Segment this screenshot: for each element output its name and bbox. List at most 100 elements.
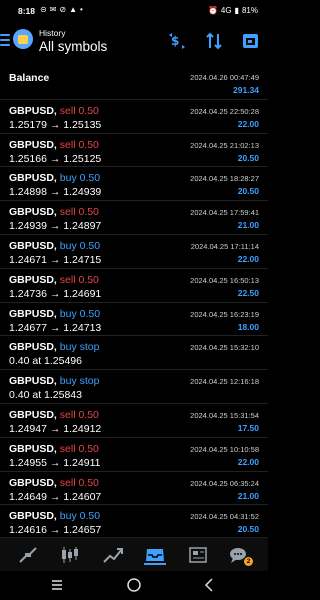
alarm-icon: ⏰ [207,6,218,15]
trade-symbol: GBPUSD, [9,307,57,320]
trade-row[interactable]: GBPUSD, sell 0.50 1.24955 → 1.24911 2024.0… [0,438,268,472]
balance-value: 291.34 [233,85,259,95]
inbox-icon [146,549,164,561]
trade-title: GBPUSD, sell 0.50 [9,274,99,286]
trade-row[interactable]: GBPUSD, buy 0.50 1.24898 → 1.24939 2024.04… [0,167,268,202]
trade-profit: 22.00 [237,118,259,129]
trade-symbol: GBPUSD, [9,510,57,523]
trade-title: GBPUSD, buy stop [9,341,99,353]
trade-profit: 18.00 [237,321,259,332]
trade-date: 2024.04.25 10:10:58 [190,444,259,454]
svg-text:$: $ [171,34,179,48]
trade-prices: 1.25166 → 1.25125 [9,152,102,165]
recent-apps-icon [52,580,62,590]
app-bar: History All symbols $ [0,22,268,62]
trade-title: GBPUSD, sell 0.50 [9,105,99,117]
trade-date: 2024.04.25 15:31:54 [190,410,259,420]
trade-prices: 1.24736 → 1.24691 [9,287,102,300]
trade-date: 2024.04.25 22:50:28 [190,106,259,116]
trade-side: buy 0.50 [59,239,101,252]
tab-news[interactable] [187,545,209,565]
trade-prices: 1.25179 → 1.25135 [9,118,102,131]
trade-date: 2024.04.25 04:31:52 [190,512,259,522]
tab-chat[interactable]: 2 [228,545,253,566]
trade-title: GBPUSD, sell 0.50 [9,409,99,421]
trade-prices: 1.24671 → 1.24715 [9,253,102,266]
trade-side: sell 0.50 [59,273,99,286]
signal-icon: ▮ [234,6,239,15]
notification-icons: ⊝ ✉ ⊘ ▲ • [40,5,83,14]
trade-row[interactable]: GBPUSD, sell 0.50 1.24939 → 1.24897 2024.0… [0,201,268,235]
menu-icon[interactable] [0,34,10,46]
newspaper-icon [189,547,207,563]
calendar-button[interactable] [241,32,259,50]
tab-quotes[interactable] [17,545,39,565]
trade-side: sell 0.50 [59,442,99,455]
trade-row[interactable]: GBPUSD, sell 0.50 1.24649 → 1.24607 2024.0… [0,472,268,506]
history-list[interactable]: Balance 2024.04.26 00:47:49 291.34 GBPUS… [0,66,268,540]
trade-date: 2024.04.25 15:32:10 [190,343,259,353]
trade-date: 2024.04.25 17:11:14 [190,241,259,251]
trade-date: 2024.04.25 21:02:13 [190,140,259,150]
trade-symbol: GBPUSD, [9,172,57,185]
trade-side: sell 0.50 [59,206,99,219]
trade-date: 2024.04.25 16:50:13 [190,275,259,285]
calendar-icon [242,34,258,48]
trade-prices: 1.24616 → 1.24657 [9,524,102,537]
candlestick-icon [62,547,78,563]
trade-prices: 1.24939 → 1.24897 [9,220,102,233]
recent-apps-button[interactable] [49,577,65,593]
symbol-filter-title[interactable]: All symbols [39,39,107,54]
trade-symbol: GBPUSD, [9,341,57,354]
trade-row[interactable]: GBPUSD, sell 0.50 1.24947 → 1.24912 2024.0… [0,404,268,438]
notification-icon-1: ⊝ [40,5,47,14]
trade-prices: 1.24677 → 1.24713 [9,321,102,334]
trade-row[interactable]: GBPUSD, sell 0.50 1.25179 → 1.25135 2024.0… [0,100,268,134]
system-nav-bar [0,571,268,600]
trade-symbol: GBPUSD, [9,239,57,252]
back-chevron-icon [204,578,213,592]
trade-profit: 22.00 [237,253,259,264]
sort-button[interactable] [205,32,223,50]
home-button[interactable] [126,577,142,593]
trade-symbol: GBPUSD, [9,408,57,421]
tab-history[interactable] [144,545,166,565]
trade-row[interactable]: GBPUSD, sell 0.50 1.25166 → 1.25125 2024.0… [0,134,268,168]
trade-row[interactable]: GBPUSD, buy stop 0.40 at 1.25496 2024.04.2… [0,336,268,371]
trade-row[interactable]: GBPUSD, buy 0.50 1.24616 → 1.24657 2024.04… [0,505,268,540]
trade-prices: 1.24649 → 1.24607 [9,490,102,503]
trade-row[interactable]: GBPUSD, buy 0.50 1.24677 → 1.24713 2024.04… [0,303,268,337]
trade-symbol: GBPUSD, [9,442,57,455]
trade-profit: 22.50 [237,287,259,298]
deals-filter-button[interactable]: $ [168,32,186,50]
trade-profit: 20.50 [237,524,259,535]
tab-trade[interactable] [102,545,124,565]
trade-row[interactable]: GBPUSD, buy 0.50 1.24671 → 1.24715 2024.04… [0,235,268,269]
trade-prices: 1.24947 → 1.24912 [9,422,102,435]
quotes-arrows-icon [19,547,37,563]
trend-line-icon [103,548,123,563]
trade-side: sell 0.50 [59,476,99,489]
trade-row[interactable]: GBPUSD, buy stop 0.40 at 1.25843 2024.04.2… [0,370,268,404]
trade-side: buy 0.50 [59,307,101,320]
trade-row[interactable]: GBPUSD, sell 0.50 1.24736 → 1.24691 2024.0… [0,269,268,303]
trade-profit: 17.50 [237,422,259,433]
sort-arrows-icon [206,32,222,50]
status-bar: 8:18 ⊝ ✉ ⊘ ▲ • ⏰ 4G ▮ 81% [0,0,268,22]
trade-date: 2024.04.25 12:16:18 [190,377,259,387]
tab-chart[interactable] [59,545,81,565]
battery-level: 81% [241,6,258,15]
trade-side: buy 0.50 [59,510,101,523]
trade-side: sell 0.50 [59,138,99,151]
trade-side: sell 0.50 [59,408,99,421]
bottom-tab-bar: 2 [0,537,268,571]
trade-side: sell 0.50 [59,104,99,117]
back-button[interactable] [202,577,218,593]
balance-row[interactable]: Balance 2024.04.26 00:47:49 291.34 [0,66,268,100]
trade-symbol: GBPUSD, [9,476,57,489]
system-icons: ⏰ 4G ▮ 81% [208,6,258,15]
trade-side: buy 0.50 [59,172,101,185]
clock: 8:18 [18,6,36,16]
trade-prices: 1.24898 → 1.24939 [9,186,102,199]
screen-subtitle: History [39,28,66,38]
